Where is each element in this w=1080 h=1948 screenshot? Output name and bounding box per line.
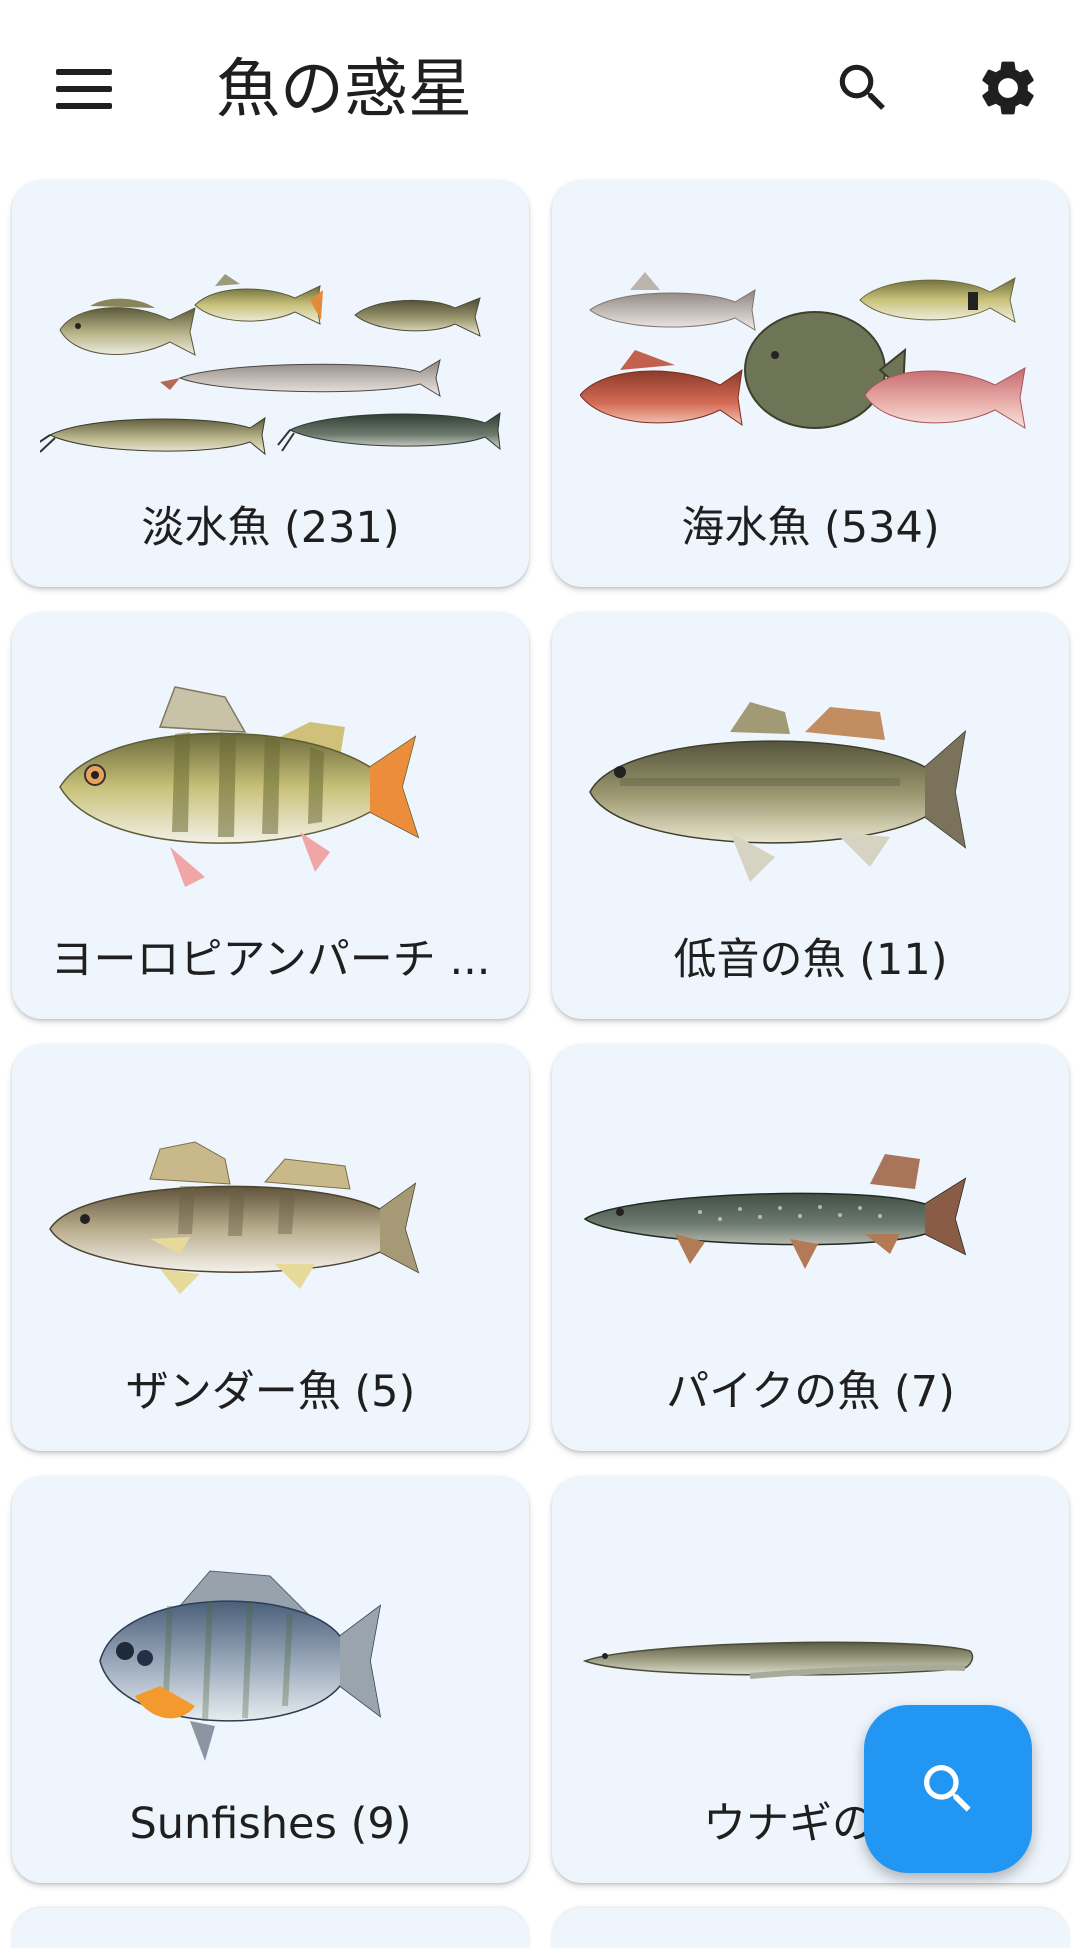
search-icon <box>839 64 885 110</box>
saltwater-fish-image <box>580 272 1026 429</box>
pike-fish-image <box>583 1154 967 1269</box>
category-card[interactable]: ヨーロピアンパーチ ... <box>12 612 529 1019</box>
category-card[interactable]: 海水魚 (534) <box>552 180 1069 587</box>
menu-icon <box>56 69 112 109</box>
category-label: ヨーロピアンパーチ ... <box>50 935 491 985</box>
app-bar: 魚の惑星 <box>0 0 1080 170</box>
bass-fish-image <box>589 702 967 882</box>
menu-button[interactable] <box>40 45 128 133</box>
category-card[interactable]: ザンダー魚 (5) <box>12 1044 529 1451</box>
category-label: 海水魚 (534) <box>681 503 940 553</box>
category-card[interactable] <box>12 1908 529 1948</box>
european-perch-image <box>59 686 420 887</box>
gear-icon <box>982 61 1034 115</box>
category-card[interactable]: Sunfishes (9) <box>12 1476 529 1883</box>
floating-search-button[interactable] <box>864 1705 1032 1873</box>
category-card[interactable]: 低音の魚 (11) <box>552 612 1069 1019</box>
sunfish-image <box>99 1570 382 1761</box>
freshwater-fish-image <box>40 274 501 456</box>
category-label: ザンダー魚 (5) <box>125 1367 416 1417</box>
search-icon <box>924 1765 971 1812</box>
category-label: 淡水魚 (231) <box>141 503 400 553</box>
search-button[interactable] <box>815 40 911 136</box>
category-label: 低音の魚 (11) <box>673 935 948 985</box>
category-label: パイクの魚 (7) <box>666 1367 955 1417</box>
zander-fish-image <box>49 1141 420 1294</box>
settings-button[interactable] <box>960 40 1056 136</box>
category-card[interactable]: 淡水魚 (231) <box>12 180 529 587</box>
category-card[interactable] <box>552 1908 1069 1948</box>
category-label: Sunfishes (9) <box>129 1799 412 1849</box>
page-title: 魚の惑星 <box>216 53 472 127</box>
category-card[interactable]: パイクの魚 (7) <box>552 1044 1069 1451</box>
